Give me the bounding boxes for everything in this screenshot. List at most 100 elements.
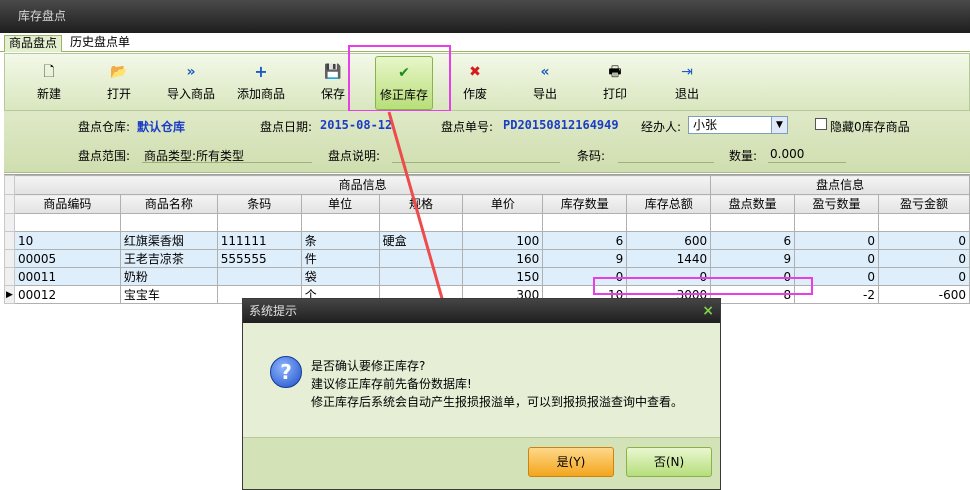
cell-diff-amount[interactable]: 0	[878, 231, 970, 250]
filter-row	[4, 213, 970, 232]
filter-cell[interactable]	[216, 213, 302, 232]
qty-field[interactable]	[768, 147, 846, 163]
print-button[interactable]: 🖶 打印	[597, 56, 633, 110]
column-header[interactable]: 规格	[378, 194, 464, 214]
chevron-down-icon[interactable]: ▼	[771, 117, 787, 133]
row-indicator	[4, 213, 15, 232]
yes-button[interactable]: 是(Y)	[528, 447, 614, 477]
filter-cell[interactable]	[542, 213, 628, 232]
cell-price[interactable]: 150	[462, 267, 544, 286]
hide-zero-label: 隐藏0库存商品	[830, 120, 910, 134]
question-icon: ?	[270, 356, 302, 388]
filter-cell[interactable]	[626, 213, 712, 232]
tab-history[interactable]: 历史盘点单	[66, 35, 134, 52]
cell-name[interactable]: 宝宝车	[119, 285, 218, 304]
filter-cell[interactable]	[13, 213, 121, 232]
scope-label: 盘点范围:	[78, 149, 131, 163]
barcode-label: 条码:	[577, 149, 606, 163]
column-header[interactable]: 盘点数量	[710, 194, 796, 214]
cell-diff-amount[interactable]: -600	[878, 285, 970, 304]
cell-spec[interactable]	[378, 249, 464, 268]
note-field[interactable]	[392, 147, 560, 163]
row-indicator-header	[4, 194, 15, 214]
tab-stocktake[interactable]: 商品盘点	[4, 35, 63, 52]
cell-price[interactable]: 160	[462, 249, 544, 268]
handler-label: 经办人:	[641, 120, 682, 134]
cell-code[interactable]: 00012	[13, 285, 121, 304]
column-header[interactable]: 盈亏数量	[794, 194, 879, 214]
note-label: 盘点说明:	[328, 149, 381, 163]
filter-cell[interactable]	[878, 213, 970, 232]
filter-cell[interactable]	[794, 213, 879, 232]
highlight-qty-cells	[593, 277, 813, 295]
filter-cell[interactable]	[378, 213, 464, 232]
no-button[interactable]: 否(N)	[626, 447, 712, 477]
cell-stock-total[interactable]: 1440	[626, 249, 712, 268]
scope-field[interactable]	[142, 147, 312, 163]
cell-diff-amount[interactable]: 0	[878, 267, 970, 286]
handler-select[interactable]: 小张 ▼	[688, 116, 788, 134]
cell-stock-total[interactable]: 600	[626, 231, 712, 250]
cell-diff-qty[interactable]: 0	[794, 231, 879, 250]
cell-stock-qty[interactable]: 9	[542, 249, 628, 268]
column-header[interactable]: 单位	[300, 194, 380, 214]
import-products-button[interactable]: » 导入商品	[163, 56, 219, 110]
confirm-dialog: 系统提示 × ? 是否确认要修正库存? 建议修正库存前先备份数据库! 修正库存后…	[242, 298, 721, 490]
date-label: 盘点日期:	[260, 120, 313, 134]
void-button[interactable]: ✖ 作废	[457, 56, 493, 110]
row-indicator	[4, 267, 15, 286]
close-icon[interactable]: ×	[702, 303, 714, 319]
column-header[interactable]: 单价	[462, 194, 544, 214]
cell-barcode[interactable]	[216, 267, 302, 286]
add-products-button[interactable]: + 添加商品	[233, 56, 289, 110]
cell-code[interactable]: 00005	[13, 249, 121, 268]
table-row[interactable]: 10 红旗渠香烟 111111 条 硬盒 100 6 600 6 0 0	[4, 231, 970, 250]
column-header[interactable]: 库存总额	[626, 194, 712, 214]
table-row[interactable]: 00011 奶粉 袋 150 0 0 0 0 0	[4, 267, 970, 286]
column-header[interactable]: 商品编码	[13, 194, 121, 214]
barcode-field[interactable]	[618, 147, 714, 163]
cell-name[interactable]: 奶粉	[119, 267, 218, 286]
hide-zero-checkbox[interactable]	[815, 118, 827, 130]
cell-name[interactable]: 王老吉凉茶	[119, 249, 218, 268]
highlight-correct-stock	[348, 45, 451, 112]
cell-code[interactable]: 10	[13, 231, 121, 250]
cell-stock-qty[interactable]: 6	[542, 231, 628, 250]
warehouse-label: 盘点仓库:	[78, 120, 131, 134]
filter-cell[interactable]	[300, 213, 380, 232]
cell-diff-amount[interactable]: 0	[878, 249, 970, 268]
column-header[interactable]: 商品名称	[119, 194, 218, 214]
new-button[interactable]: 🗋 新建	[31, 56, 67, 110]
date-value[interactable]: 2015-08-12	[320, 118, 392, 132]
cell-spec[interactable]: 硬盒	[378, 231, 464, 250]
cell-diff-qty[interactable]: 0	[794, 249, 879, 268]
cell-barcode[interactable]: 555555	[216, 249, 302, 268]
cell-code[interactable]: 00011	[13, 267, 121, 286]
cell-name[interactable]: 红旗渠香烟	[119, 231, 218, 250]
open-button[interactable]: 📂 打开	[101, 56, 137, 110]
cell-unit[interactable]: 件	[300, 249, 380, 268]
cell-unit[interactable]: 条	[300, 231, 380, 250]
cell-count-qty[interactable]: 9	[710, 249, 796, 268]
filter-cell[interactable]	[462, 213, 544, 232]
cell-count-qty[interactable]: 6	[710, 231, 796, 250]
exit-button[interactable]: ⇥ 退出	[669, 56, 705, 110]
column-header[interactable]: 条码	[216, 194, 302, 214]
row-indicator-header	[4, 175, 15, 195]
cell-spec[interactable]	[378, 267, 464, 286]
table-row[interactable]: 00005 王老吉凉茶 555555 件 160 9 1440 9 0 0	[4, 249, 970, 268]
tab-bar: 商品盘点 历史盘点单	[0, 33, 970, 52]
cell-price[interactable]: 100	[462, 231, 544, 250]
warehouse-value[interactable]: 默认仓库	[137, 118, 185, 135]
filter-cell[interactable]	[710, 213, 796, 232]
dialog-message-line3: 修正库存后系统会自动产生报损报溢单，可以到报损报溢查询中查看。	[311, 395, 684, 409]
row-indicator	[4, 249, 15, 268]
cell-barcode[interactable]: 111111	[216, 231, 302, 250]
cell-unit[interactable]: 袋	[300, 267, 380, 286]
save-button[interactable]: 💾 保存	[315, 56, 351, 110]
export-button[interactable]: « 导出	[527, 56, 563, 110]
column-header[interactable]: 盈亏金额	[878, 194, 970, 214]
filter-cell[interactable]	[119, 213, 218, 232]
column-header[interactable]: 库存数量	[542, 194, 628, 214]
qty-label: 数量:	[729, 149, 758, 163]
